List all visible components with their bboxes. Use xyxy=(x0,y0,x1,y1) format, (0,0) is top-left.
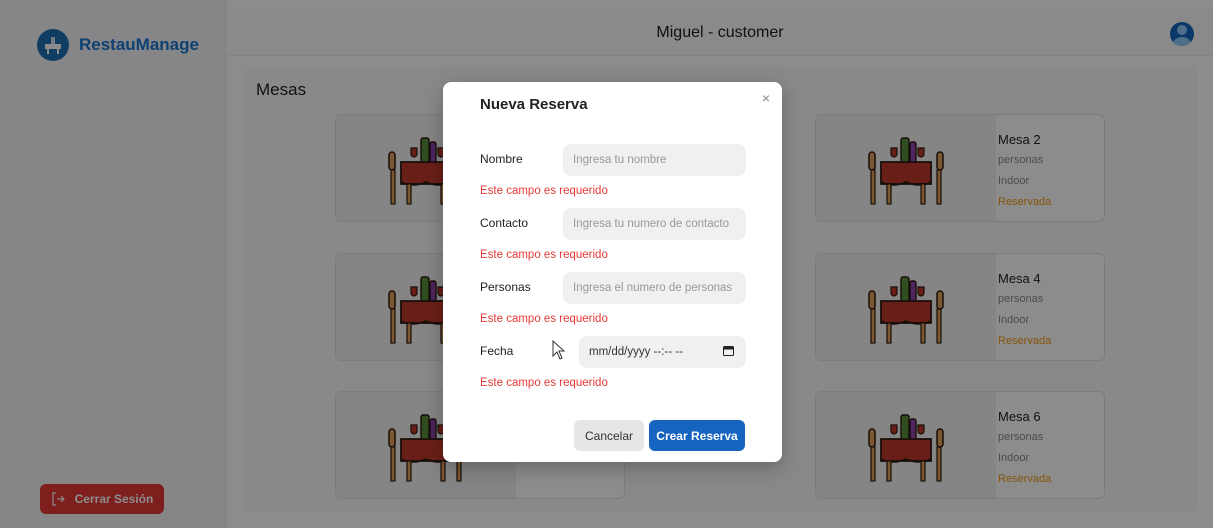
people-label: Personas xyxy=(480,280,531,294)
form-row-date: Fecha mm/dd/yyyy --:-- -- xyxy=(480,336,746,368)
form-row-people: Personas Ingresa el numero de personas xyxy=(480,272,746,304)
contact-label: Contacto xyxy=(480,216,529,230)
new-reservation-modal: Nueva Reserva × Nombre Ingresa tu nombre… xyxy=(443,82,782,462)
contact-placeholder: Ingresa tu numero de contacto xyxy=(573,218,729,230)
name-input[interactable]: Ingresa tu nombre xyxy=(563,144,746,176)
name-placeholder: Ingresa tu nombre xyxy=(573,154,667,166)
date-placeholder: mm/dd/yyyy --:-- -- xyxy=(589,346,683,358)
date-label: Fecha xyxy=(480,344,514,358)
date-error: Este campo es requerido xyxy=(480,377,608,389)
modal-title: Nueva Reserva xyxy=(480,96,588,113)
calendar-icon[interactable] xyxy=(723,345,734,359)
people-error: Este campo es requerido xyxy=(480,313,608,325)
contact-input[interactable]: Ingresa tu numero de contacto xyxy=(563,208,746,240)
date-input[interactable]: mm/dd/yyyy --:-- -- xyxy=(579,336,746,368)
cancel-button[interactable]: Cancelar xyxy=(574,420,644,451)
create-reservation-button[interactable]: Crear Reserva xyxy=(649,420,745,451)
mouse-cursor-icon xyxy=(552,339,566,365)
name-label: Nombre xyxy=(480,152,523,166)
contact-error: Este campo es requerido xyxy=(480,249,608,261)
people-placeholder: Ingresa el numero de personas xyxy=(573,282,733,294)
form-row-contact: Contacto Ingresa tu numero de contacto xyxy=(480,208,746,240)
close-icon[interactable]: × xyxy=(762,90,770,106)
form-row-name: Nombre Ingresa tu nombre xyxy=(480,144,746,176)
people-input[interactable]: Ingresa el numero de personas xyxy=(563,272,746,304)
name-error: Este campo es requerido xyxy=(480,185,608,197)
